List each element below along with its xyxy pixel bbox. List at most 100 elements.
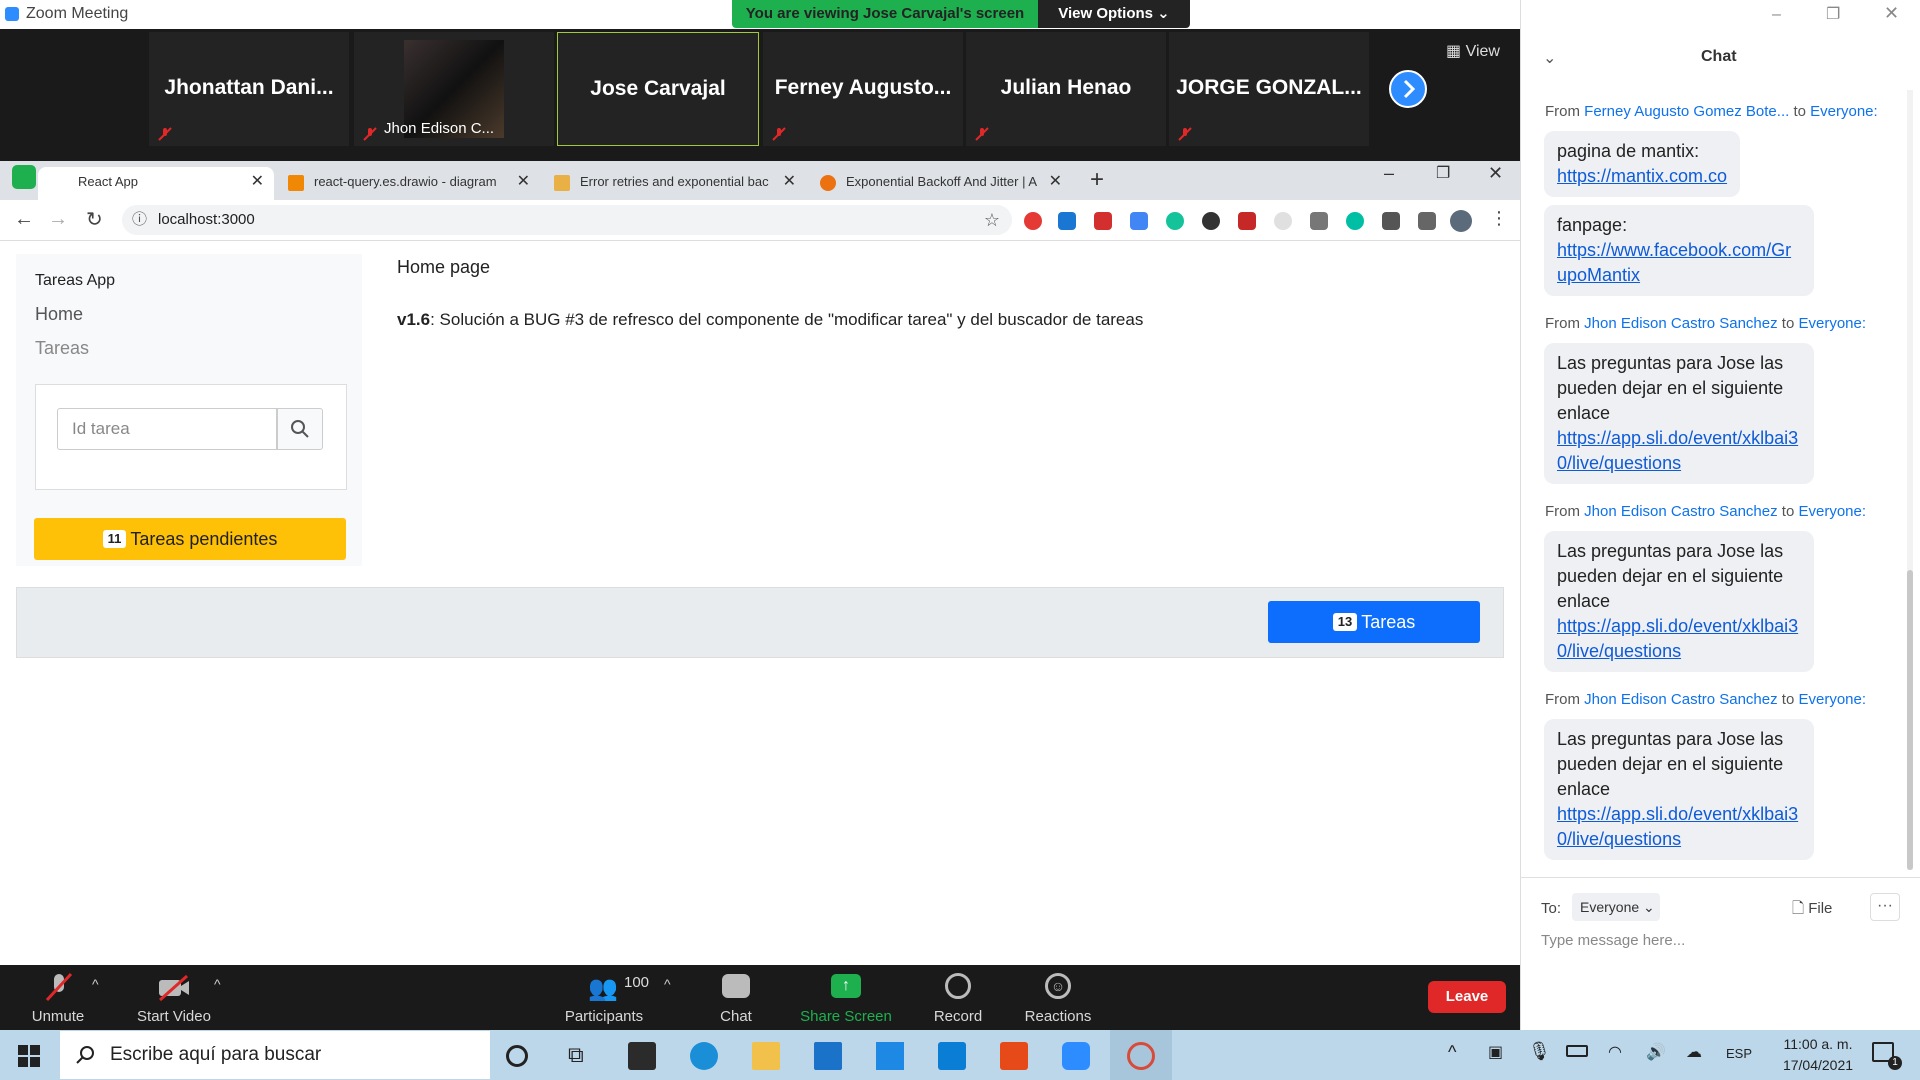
cortana-icon[interactable] — [506, 1045, 528, 1067]
participant-tile[interactable]: JORGE GONZAL... — [1169, 32, 1369, 146]
close-icon[interactable]: ✕ — [251, 167, 264, 197]
minimize-icon[interactable]: – — [1384, 163, 1394, 184]
sender-name[interactable]: Jhon Edison Castro Sanchez — [1584, 691, 1777, 708]
menu-icon[interactable]: ⋮ — [1490, 208, 1508, 229]
chevron-up-icon[interactable]: ^ — [214, 976, 221, 992]
opera-icon[interactable] — [1024, 212, 1042, 230]
wifi-icon[interactable]: ◠ — [1608, 1042, 1622, 1062]
start-video-button[interactable]: Start Video — [134, 1008, 214, 1025]
close-icon[interactable]: ✕ — [783, 167, 796, 197]
extension-icon[interactable] — [1094, 212, 1112, 230]
close-window-icon[interactable]: ✕ — [1488, 163, 1503, 184]
extension-icon[interactable] — [1238, 212, 1256, 230]
more-icon[interactable]: ··· — [1870, 893, 1900, 921]
reactions-button[interactable]: Reactions — [1020, 1008, 1096, 1025]
message-link[interactable]: https://app.sli.do/event/xklbai30/live/q… — [1557, 804, 1798, 849]
chat-icon[interactable] — [722, 974, 750, 998]
recipient-name[interactable]: Everyone: — [1810, 103, 1878, 120]
sender-name[interactable]: Jhon Edison Castro Sanchez — [1584, 315, 1777, 332]
participant-tile[interactable]: Julian Henao — [966, 32, 1166, 146]
close-window-icon[interactable]: ✕ — [1884, 3, 1899, 24]
star-icon[interactable]: ☆ — [984, 205, 1000, 235]
nav-tareas[interactable]: Tareas — [35, 338, 89, 359]
minimize-icon[interactable]: – — [1772, 6, 1781, 24]
message-link[interactable]: https://app.sli.do/event/xklbai30/live/q… — [1557, 616, 1798, 661]
message-link[interactable]: https://app.sli.do/event/xklbai30/live/q… — [1557, 428, 1798, 473]
tareas-button[interactable]: 13 Tareas — [1268, 601, 1480, 643]
sender-name[interactable]: Ferney Augusto Gomez Bote... — [1584, 103, 1789, 120]
windows-start-icon[interactable] — [18, 1045, 40, 1067]
file-explorer-icon[interactable] — [752, 1042, 780, 1070]
close-icon[interactable]: ✕ — [1049, 167, 1062, 197]
zoom-app-icon[interactable] — [1062, 1042, 1090, 1070]
tab-exponential-backoff[interactable]: Exponential Backoff And Jitter | A ✕ — [810, 167, 1072, 200]
nav-home[interactable]: Home — [35, 304, 83, 325]
sender-name[interactable]: Jhon Edison Castro Sanchez — [1584, 503, 1777, 520]
recipient-name[interactable]: Everyone: — [1798, 503, 1866, 520]
extension-icon[interactable] — [1346, 212, 1364, 230]
participants-button[interactable]: Participants — [560, 1008, 648, 1025]
battery-icon[interactable] — [1566, 1045, 1588, 1057]
recipient-select[interactable]: Everyone ⌄ — [1572, 893, 1660, 921]
chat-scrollbar[interactable] — [1907, 90, 1913, 870]
reactions-icon[interactable]: ☺ — [1045, 973, 1071, 999]
avatar[interactable] — [1450, 210, 1472, 232]
forward-icon[interactable]: → — [48, 208, 68, 231]
tab-react-app[interactable]: React App ✕ — [38, 167, 274, 200]
record-icon[interactable] — [945, 973, 971, 999]
eyedropper-icon[interactable] — [1310, 212, 1328, 230]
share-screen-icon[interactable]: ↑ — [831, 974, 861, 998]
chevron-up-icon[interactable]: ^ — [664, 976, 671, 992]
share-screen-button[interactable]: Share Screen — [798, 1008, 894, 1025]
address-bar[interactable]: ⓘ localhost:3000 ☆ — [122, 205, 1012, 235]
taskbar-search[interactable]: Escribe aquí para buscar — [60, 1031, 490, 1079]
message-input[interactable]: Type message here... — [1541, 932, 1685, 949]
store-icon[interactable] — [628, 1042, 656, 1070]
mic-muted-icon[interactable] — [44, 972, 74, 1004]
participant-tile[interactable]: Ferney Augusto... — [763, 32, 963, 146]
onedrive-icon[interactable]: ☁ — [1686, 1042, 1702, 1062]
record-button[interactable]: Record — [928, 1008, 988, 1025]
task-view-icon[interactable]: ⧉ — [568, 1042, 596, 1070]
mail-icon[interactable] — [814, 1042, 842, 1070]
participant-tile-active[interactable]: Jose Carvajal — [557, 32, 759, 146]
view-options-button[interactable]: View Options ⌄ — [1038, 0, 1190, 28]
reload-icon[interactable]: ↻ — [86, 207, 103, 232]
task-id-input[interactable]: Id tarea — [57, 408, 277, 450]
app-l-icon[interactable] — [876, 1042, 904, 1070]
extension-icon[interactable] — [1274, 212, 1292, 230]
restore-icon[interactable]: ❐ — [1826, 4, 1840, 24]
tab-error-retries[interactable]: Error retries and exponential bac ✕ — [544, 167, 806, 200]
tab-drawio[interactable]: react-query.es.drawio - diagram ✕ — [278, 167, 540, 200]
leave-button[interactable]: Leave — [1428, 981, 1506, 1013]
message-link[interactable]: https://www.facebook.com/GrupoMantix — [1557, 240, 1791, 285]
recipient-name[interactable]: Everyone: — [1798, 691, 1866, 708]
volume-icon[interactable]: 🔊 — [1646, 1042, 1666, 1062]
recipient-name[interactable]: Everyone: — [1798, 315, 1866, 332]
video-off-icon[interactable] — [157, 974, 191, 1002]
puzzle-icon[interactable] — [1382, 212, 1400, 230]
restore-icon[interactable]: ❐ — [1436, 163, 1450, 183]
chat-button[interactable]: Chat — [712, 1008, 760, 1025]
extension-icon[interactable] — [1058, 212, 1076, 230]
app-brand[interactable]: Tareas App — [35, 272, 115, 290]
extension-icon[interactable] — [1202, 212, 1220, 230]
view-button[interactable]: ▦ View — [1446, 41, 1500, 61]
office-icon[interactable] — [1000, 1042, 1028, 1070]
participants-icon[interactable]: 👥 — [588, 974, 618, 1002]
chevron-down-icon[interactable]: ⌄ — [1543, 48, 1556, 68]
next-page-button[interactable] — [1389, 70, 1427, 108]
file-button[interactable]: 🗋 File — [1792, 898, 1832, 923]
microphone-icon[interactable]: 🎙 — [1528, 1041, 1551, 1062]
chevron-up-icon[interactable]: ^ — [1448, 1042, 1456, 1063]
close-icon[interactable]: ✕ — [517, 167, 530, 197]
translate-icon[interactable] — [1130, 212, 1148, 230]
edge-icon[interactable] — [690, 1042, 718, 1070]
participant-tile[interactable]: Jhonattan Dani... — [149, 32, 349, 146]
language-indicator[interactable]: ESP — [1726, 1046, 1752, 1061]
message-link[interactable]: https://mantix.com.co — [1557, 166, 1727, 186]
new-tab-icon[interactable]: + — [1090, 166, 1104, 194]
unmute-button[interactable]: Unmute — [28, 1008, 88, 1025]
grammarly-icon[interactable] — [1166, 212, 1184, 230]
chevron-up-icon[interactable]: ^ — [92, 976, 99, 992]
